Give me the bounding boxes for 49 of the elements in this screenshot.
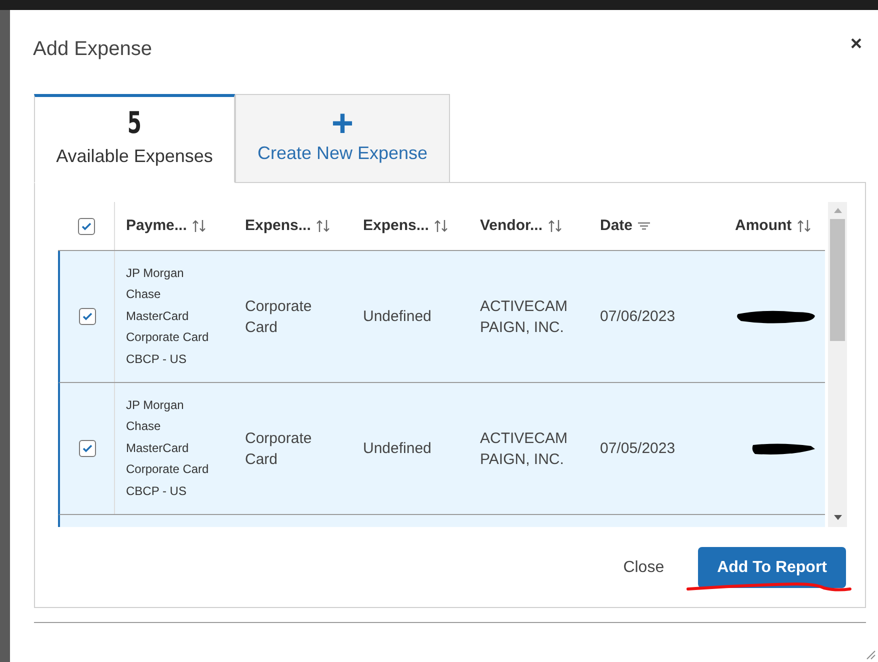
- check-icon: [82, 312, 92, 321]
- resize-handle-icon: [866, 650, 876, 660]
- dialog-title: Add Expense: [33, 37, 152, 62]
- payment-line: CBCP - US: [126, 350, 188, 368]
- column-header[interactable]: Amount: [735, 214, 812, 238]
- date-cell-text: 07/06/2023: [600, 307, 676, 327]
- payment-line: CBCP - US: [126, 482, 188, 500]
- column-header[interactable]: Payme...: [126, 214, 207, 238]
- vendor-cell-text: ACTIVECAM PAIGN, INC.: [480, 428, 569, 470]
- payment-line: MasterCard: [126, 308, 190, 325]
- expense-cell-text: Undefined: [363, 307, 432, 327]
- tab[interactable]: 5 Available Expenses: [34, 94, 235, 183]
- payment-line: Corporate Card: [126, 329, 210, 346]
- scrollbar[interactable]: [828, 202, 847, 527]
- payment-line: JP Morgan: [126, 264, 185, 282]
- expense-cell-text: Undefined: [363, 439, 432, 459]
- scroll-thumb[interactable]: [830, 219, 845, 341]
- column-header[interactable]: Vendor...: [480, 214, 563, 238]
- checkbox[interactable]: [78, 308, 96, 325]
- expense-type-cell-text: Corporate Card: [245, 296, 313, 338]
- payment-line: MasterCard: [126, 440, 190, 457]
- add-to-report-button[interactable]: Add To Report: [698, 547, 846, 588]
- close-button[interactable]: ×: [850, 34, 862, 54]
- sort-icon: [432, 219, 449, 233]
- checkbox[interactable]: [78, 440, 96, 457]
- table-row[interactable]: JP Morgan Chase MasterCard Corporate Card CBCP - US Corporate Card Undefined ACTIVECAM PAIGN, INC. 07/05/2023: [58, 383, 825, 515]
- sort-icon: [314, 219, 331, 233]
- sort-icon: [190, 219, 207, 233]
- check-icon: [82, 444, 92, 453]
- vendor-cell-text: ACTIVECAM PAIGN, INC.: [480, 296, 569, 338]
- sort-icon: [546, 219, 563, 233]
- payment-line: Corporate Card: [126, 461, 210, 478]
- tab[interactable]: + Create New Expense: [235, 94, 450, 183]
- column-header[interactable]: Expens...: [245, 214, 331, 238]
- expense-type-cell-text: Corporate Card: [245, 428, 313, 470]
- scroll-up-icon: [834, 207, 842, 213]
- sorted-icon: [636, 220, 651, 232]
- column-header[interactable]: Expens...: [363, 214, 449, 238]
- scroll-down-icon: [834, 515, 842, 521]
- column-header[interactable]: Date: [600, 214, 651, 238]
- table-row[interactable]: JP Morgan Chase MasterCard Corporate Card CBCP - US Corporate Card Undefined ACTIVECAM PAIGN, INC. 07/06/2023: [58, 251, 825, 383]
- checkbox[interactable]: [78, 218, 94, 234]
- check-icon: [80, 222, 92, 230]
- payment-line: Chase: [126, 418, 162, 436]
- payment-line: JP Morgan: [126, 396, 185, 414]
- close-button[interactable]: Close: [623, 556, 664, 580]
- sort-icon: [796, 219, 812, 233]
- payment-line: Chase: [126, 286, 162, 304]
- date-cell-text: 07/05/2023: [600, 439, 676, 459]
